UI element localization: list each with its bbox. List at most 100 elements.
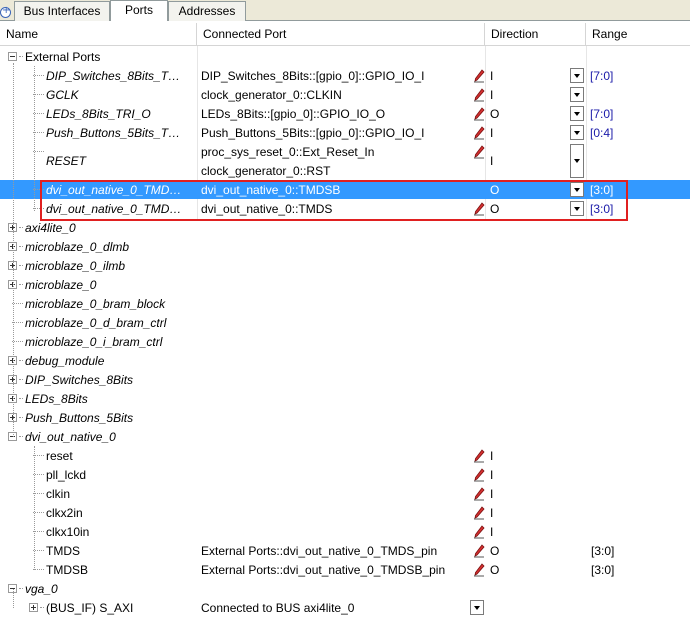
tree-line xyxy=(19,436,23,437)
tree-line xyxy=(19,284,23,285)
table-row[interactable]: axi4lite_0 xyxy=(0,218,690,237)
tree-line xyxy=(19,265,23,266)
table-row[interactable]: reset I xyxy=(0,446,690,465)
direction-dropdown-button[interactable] xyxy=(570,68,584,83)
table-row[interactable]: clkx10in I xyxy=(0,522,690,541)
range-value: [3:0] xyxy=(590,183,614,197)
connected-port: Connected to BUS axi4lite_0 xyxy=(201,601,355,615)
tab-strip: Bus Interfaces Ports Addresses xyxy=(0,0,690,21)
column-header-connected-port[interactable]: Connected Port xyxy=(197,23,485,46)
direction-dropdown-button[interactable] xyxy=(570,87,584,102)
tab-ports[interactable]: Ports xyxy=(110,0,168,21)
table-row[interactable]: microblaze_0 xyxy=(0,275,690,294)
table-row[interactable]: vga_0 xyxy=(0,579,690,598)
direction-value: I xyxy=(490,487,494,501)
edit-pencil-icon[interactable] xyxy=(473,88,485,102)
table-row[interactable]: microblaze_0_d_bram_ctrl xyxy=(0,313,690,332)
table-row[interactable]: (BUS_IF) S_AXI Connected to BUS axi4lite_… xyxy=(0,598,690,617)
port-name: (BUS_IF) S_AXI xyxy=(46,601,134,615)
connected-port: DIP_Switches_8Bits::[gpio_0]::GPIO_IO_I xyxy=(201,69,425,83)
table-row[interactable]: LEDs_8Bits_TRI_O LEDs_8Bits::[gpio_0]::GP… xyxy=(0,104,690,123)
collapse-icon[interactable] xyxy=(8,52,17,61)
tree-line xyxy=(19,56,23,57)
port-name: TMDSB xyxy=(46,563,88,577)
range-value: [3:0] xyxy=(590,202,614,216)
edit-pencil-icon[interactable] xyxy=(473,544,485,558)
port-name: clkin xyxy=(46,487,71,501)
table-row[interactable]: microblaze_0_ilmb xyxy=(0,256,690,275)
table-row[interactable]: LEDs_8Bits xyxy=(0,389,690,408)
table-row[interactable]: microblaze_0_dlmb xyxy=(0,237,690,256)
edit-pencil-icon[interactable] xyxy=(473,69,485,83)
table-row[interactable]: dvi_out_native_0_TMD… dvi_out_native_0::T… xyxy=(0,199,690,218)
edit-pencil-icon[interactable] xyxy=(473,487,485,501)
direction-dropdown-button[interactable] xyxy=(570,201,584,216)
tree-line xyxy=(19,588,23,589)
edit-pencil-icon[interactable] xyxy=(473,202,485,216)
table-row[interactable]: RESET proc_sys_reset_0::Ext_Reset_In clock… xyxy=(0,142,690,180)
table-row[interactable]: TMDS External Ports::dvi_out_native_0_TMD… xyxy=(0,541,690,560)
port-name: clkx10in xyxy=(46,525,90,539)
table-row[interactable]: Push_Buttons_5Bits xyxy=(0,408,690,427)
edit-pencil-icon[interactable] xyxy=(473,145,485,159)
table-row[interactable]: dvi_out_native_0_TMD… dvi_out_native_0::T… xyxy=(0,180,690,199)
direction-value: I xyxy=(490,449,494,463)
table-row[interactable]: microblaze_0_i_bram_ctrl xyxy=(0,332,690,351)
table-row[interactable]: clkx2in I xyxy=(0,503,690,522)
expand-icon[interactable] xyxy=(29,603,38,612)
table-row[interactable]: DIP_Switches_8Bits xyxy=(0,370,690,389)
table-row[interactable]: External Ports xyxy=(0,47,690,66)
port-name: LEDs_8Bits_TRI_O xyxy=(46,107,151,121)
direction-value: I xyxy=(490,154,494,168)
table-row[interactable]: Push_Buttons_5Bits_T… Push_Buttons_5Bits:… xyxy=(0,123,690,142)
edit-pencil-icon[interactable] xyxy=(473,449,485,463)
connection-dropdown-button[interactable] xyxy=(470,600,484,615)
port-name: Push_Buttons_5Bits xyxy=(25,411,134,425)
table-row[interactable]: TMDSB External Ports::dvi_out_native_0_TM… xyxy=(0,560,690,579)
table-row[interactable]: clkin I xyxy=(0,484,690,503)
port-name: dvi_out_native_0_TMD… xyxy=(46,183,182,197)
tree-line xyxy=(13,63,14,437)
direction-value: I xyxy=(490,126,494,140)
direction-dropdown-button[interactable] xyxy=(570,144,584,178)
tree-line xyxy=(34,446,35,570)
table-row[interactable]: DIP_Switches_8Bits_T… DIP_Switches_8Bits:… xyxy=(0,66,690,85)
edit-pencil-icon[interactable] xyxy=(473,468,485,482)
tree-line xyxy=(19,246,23,247)
port-name: TMDS xyxy=(46,544,80,558)
column-header-range[interactable]: Range xyxy=(586,23,690,46)
connected-port: External Ports::dvi_out_native_0_TMDSB_p… xyxy=(201,563,446,577)
port-name: microblaze_0_d_bram_ctrl xyxy=(25,316,167,330)
port-name: GCLK xyxy=(46,88,79,102)
range-value: [3:0] xyxy=(591,563,615,577)
direction-dropdown-button[interactable] xyxy=(570,182,584,197)
edit-pencil-icon[interactable] xyxy=(473,126,485,140)
edit-pencil-icon[interactable] xyxy=(473,563,485,577)
tab-bus-interfaces[interactable]: Bus Interfaces xyxy=(14,1,110,21)
table-row[interactable]: pll_lckd I xyxy=(0,465,690,484)
port-name: debug_module xyxy=(25,354,105,368)
edit-pencil-icon[interactable] xyxy=(473,525,485,539)
table-row[interactable]: GCLK clock_generator_0::CLKIN I xyxy=(0,85,690,104)
connected-port: Push_Buttons_5Bits::[gpio_0]::GPIO_IO_I xyxy=(201,126,425,140)
table-row[interactable]: dvi_out_native_0 xyxy=(0,427,690,446)
edit-pencil-icon[interactable] xyxy=(473,506,485,520)
add-icon[interactable] xyxy=(0,5,11,18)
port-name: microblaze_0_bram_block xyxy=(25,297,166,311)
tab-addresses[interactable]: Addresses xyxy=(168,1,246,21)
table-row[interactable]: debug_module xyxy=(0,351,690,370)
direction-value: I xyxy=(490,525,494,539)
direction-value: I xyxy=(490,468,494,482)
direction-dropdown-button[interactable] xyxy=(570,106,584,121)
tree-line xyxy=(19,417,23,418)
table-row[interactable]: microblaze_0_bram_block xyxy=(0,294,690,313)
port-name: pll_lckd xyxy=(46,468,87,482)
column-header-name[interactable]: Name xyxy=(0,23,197,46)
range-value: [0:4] xyxy=(590,126,614,140)
direction-dropdown-button[interactable] xyxy=(570,125,584,140)
port-name: DIP_Switches_8Bits_T… xyxy=(46,69,181,83)
port-name: microblaze_0 xyxy=(25,278,97,292)
column-header-direction[interactable]: Direction xyxy=(485,23,586,46)
tree-line xyxy=(34,66,35,211)
edit-pencil-icon[interactable] xyxy=(473,107,485,121)
